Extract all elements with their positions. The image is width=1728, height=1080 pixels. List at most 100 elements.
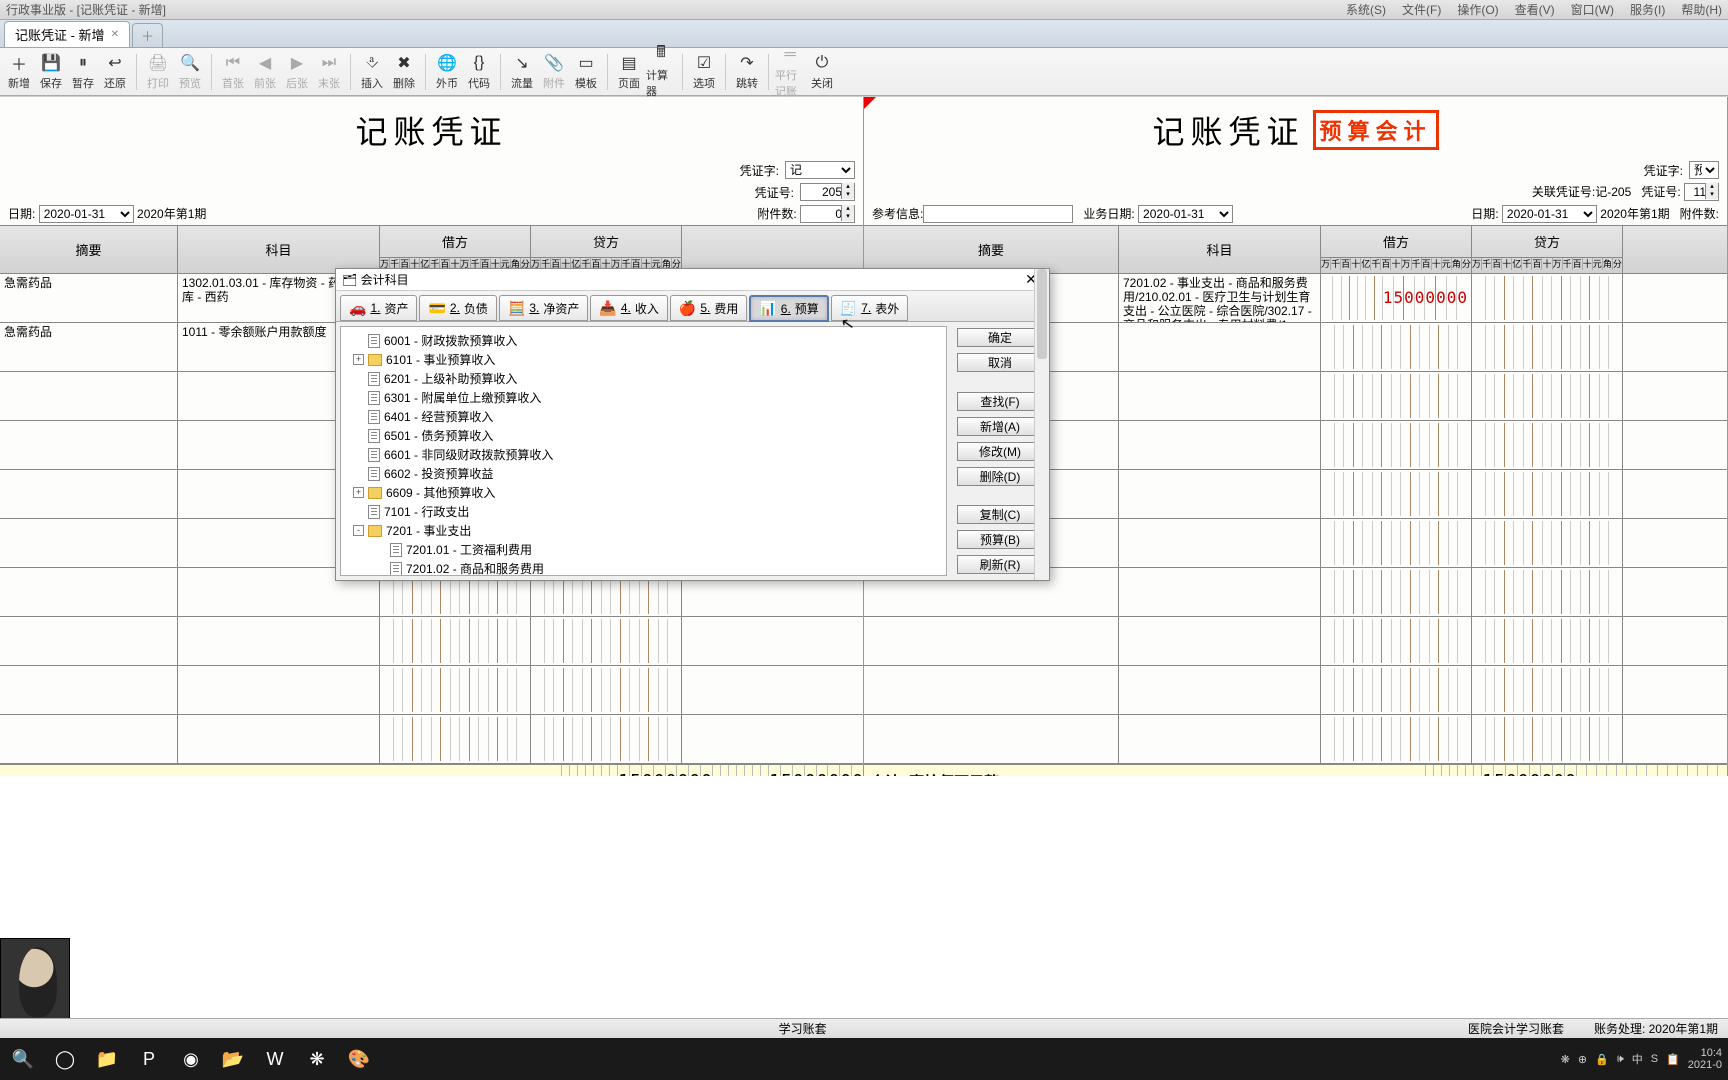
- category-tab-净资产[interactable]: 🧮3. 净资产: [499, 295, 588, 321]
- category-tab-费用[interactable]: 🍎5. 费用: [670, 295, 747, 321]
- voucher-row[interactable]: [864, 617, 1727, 666]
- toolbar-关闭[interactable]: ⏻关闭: [807, 53, 837, 91]
- tab-strip: 记账凭证 - 新增 ✕ ＋: [0, 20, 1728, 48]
- document-icon: [368, 391, 380, 405]
- taskbar-app[interactable]: ◯: [48, 1042, 82, 1076]
- 模板-icon: ▭: [576, 53, 596, 73]
- attachment-spinner[interactable]: 0: [800, 205, 855, 223]
- voucher-row[interactable]: [864, 666, 1727, 715]
- category-tab-表外[interactable]: 🧾7. 表外: [831, 295, 908, 321]
- voucher-title: 记账凭证: [355, 107, 507, 153]
- menu-item[interactable]: 操作(O): [1457, 3, 1498, 17]
- menu-item[interactable]: 查看(V): [1515, 3, 1555, 17]
- 还原-icon: ↩: [105, 53, 125, 73]
- tree-node[interactable]: + 6609 - 其他预算收入: [343, 483, 944, 502]
- taskbar-app[interactable]: ❋: [300, 1042, 334, 1076]
- dialog-取消-button[interactable]: 取消: [957, 353, 1043, 372]
- voucher-no-spinner[interactable]: 11: [1684, 183, 1719, 201]
- voucher-row[interactable]: [0, 715, 863, 764]
- tree-node[interactable]: 6501 - 债务预算收入: [343, 426, 944, 445]
- menu-item[interactable]: 文件(F): [1402, 3, 1441, 17]
- subject-tree[interactable]: 6001 - 财政拨款预算收入 + 6101 - 事业预算收入 6201 - 上…: [340, 326, 947, 576]
- taskbar-app[interactable]: 🎨: [342, 1042, 376, 1076]
- toolbar-流量[interactable]: ↘流量: [507, 53, 537, 91]
- tree-node[interactable]: 6001 - 财政拨款预算收入: [343, 331, 944, 350]
- dialog-刷新(R)-button[interactable]: 刷新(R): [957, 555, 1043, 574]
- toolbar-还原[interactable]: ↩还原: [100, 53, 130, 91]
- tray-icon[interactable]: 📋: [1666, 1053, 1680, 1066]
- 打印-icon: 🖨: [148, 53, 168, 73]
- account-subject-dialog: 🗂 会计科目 ✕ 🚗1. 资产💳2. 负债🧮3. 净资产📥4. 收入🍎5. 费用…: [335, 268, 1050, 581]
- bizdate-select[interactable]: 2020-01-31: [1138, 205, 1233, 223]
- menu-item[interactable]: 服务(I): [1630, 3, 1665, 17]
- dialog-复制(C)-button[interactable]: 复制(C): [957, 505, 1043, 524]
- add-tab[interactable]: ＋: [132, 23, 163, 47]
- tree-node[interactable]: 6301 - 附属单位上缴预算收入: [343, 388, 944, 407]
- tree-node[interactable]: 6601 - 非同级财政拨款预算收入: [343, 445, 944, 464]
- date-select[interactable]: 2020-01-31: [39, 205, 134, 223]
- toolbar-页面[interactable]: ▤页面: [614, 53, 644, 91]
- tree-node[interactable]: 7101 - 行政支出: [343, 502, 944, 521]
- dialog-新增(A)-button[interactable]: 新增(A): [957, 417, 1043, 436]
- menu-item[interactable]: 帮助(H): [1681, 3, 1722, 17]
- voucher-word-select[interactable]: 预: [1689, 161, 1719, 179]
- dialog-修改(M)-button[interactable]: 修改(M): [957, 442, 1043, 461]
- 删除-icon: ✖: [394, 53, 414, 73]
- 末张-icon: ⏭: [319, 53, 339, 73]
- toolbar-外币[interactable]: 🌐外币: [432, 53, 462, 91]
- tray-icon[interactable]: S: [1651, 1053, 1658, 1065]
- voucher-row[interactable]: [864, 715, 1727, 764]
- taskbar-app[interactable]: 🔍: [6, 1042, 40, 1076]
- dialog-预算(B)-button[interactable]: 预算(B): [957, 530, 1043, 549]
- tree-node[interactable]: 7201.01 - 工资福利费用: [343, 540, 944, 559]
- toolbar-插入[interactable]: ⎀插入: [357, 53, 387, 91]
- menu-item[interactable]: 窗口(W): [1571, 3, 1614, 17]
- taskbar-app[interactable]: 📂: [216, 1042, 250, 1076]
- tray-icon[interactable]: 中: [1632, 1051, 1643, 1067]
- tree-node[interactable]: 6602 - 投资预算收益: [343, 464, 944, 483]
- tree-node[interactable]: 6401 - 经营预算收入: [343, 407, 944, 426]
- date-select[interactable]: 2020-01-31: [1502, 205, 1597, 223]
- category-tab-负债[interactable]: 💳2. 负债: [419, 295, 496, 321]
- toolbar-计算器[interactable]: 🖩计算器: [646, 45, 676, 99]
- toolbar-选项[interactable]: ☑选项: [689, 53, 719, 91]
- toolbar-暂存[interactable]: ⏸暂存: [68, 53, 98, 91]
- voucher-row[interactable]: [0, 666, 863, 715]
- dialog-确定-button[interactable]: 确定: [957, 328, 1043, 347]
- toolbar-代码[interactable]: {}代码: [464, 53, 494, 91]
- tab-icon: 🚗: [349, 300, 366, 317]
- tray-icon[interactable]: 🕪: [1617, 1053, 1624, 1066]
- tray-icon[interactable]: ⊕: [1578, 1053, 1587, 1066]
- voucher-no-spinner[interactable]: 205: [800, 183, 855, 201]
- menu-item[interactable]: 系统(S): [1346, 3, 1386, 17]
- tree-node[interactable]: 6201 - 上级补助预算收入: [343, 369, 944, 388]
- toolbar-删除[interactable]: ✖删除: [389, 53, 419, 91]
- category-tab-资产[interactable]: 🚗1. 资产: [340, 295, 417, 321]
- category-tab-预算[interactable]: 📊6. 预算: [749, 295, 828, 322]
- dialog-查找(F)-button[interactable]: 查找(F): [957, 392, 1043, 411]
- tray-icon[interactable]: ❋: [1561, 1053, 1570, 1066]
- tree-node[interactable]: 7201.02 - 商品和服务费用: [343, 559, 944, 576]
- tray-icon[interactable]: 🔒: [1595, 1053, 1609, 1066]
- voucher-word-select[interactable]: 记: [785, 161, 855, 179]
- category-tab-收入[interactable]: 📥4. 收入: [590, 295, 667, 321]
- tree-node[interactable]: + 6101 - 事业预算收入: [343, 350, 944, 369]
- toolbar-新增[interactable]: ＋新增: [4, 53, 34, 91]
- dialog-title: 会计科目: [361, 271, 409, 288]
- ref-input[interactable]: [923, 205, 1073, 223]
- toolbar-保存[interactable]: 💾保存: [36, 53, 66, 91]
- taskbar-app[interactable]: W: [258, 1042, 292, 1076]
- toolbar-跳转[interactable]: ↷跳转: [732, 53, 762, 91]
- taskbar-app[interactable]: ◉: [174, 1042, 208, 1076]
- dialog-删除(D)-button[interactable]: 删除(D): [957, 467, 1043, 486]
- taskbar-app[interactable]: P: [132, 1042, 166, 1076]
- taskbar-app[interactable]: 📁: [90, 1042, 124, 1076]
- folder-icon: [368, 354, 382, 366]
- toolbar-预览: 🔍预览: [175, 53, 205, 91]
- close-tab-icon[interactable]: ✕: [111, 29, 119, 40]
- 暂存-icon: ⏸: [73, 53, 93, 73]
- document-tab[interactable]: 记账凭证 - 新增 ✕: [4, 21, 130, 47]
- voucher-row[interactable]: [0, 617, 863, 666]
- toolbar-模板[interactable]: ▭模板: [571, 53, 601, 91]
- tree-node[interactable]: - 7201 - 事业支出: [343, 521, 944, 540]
